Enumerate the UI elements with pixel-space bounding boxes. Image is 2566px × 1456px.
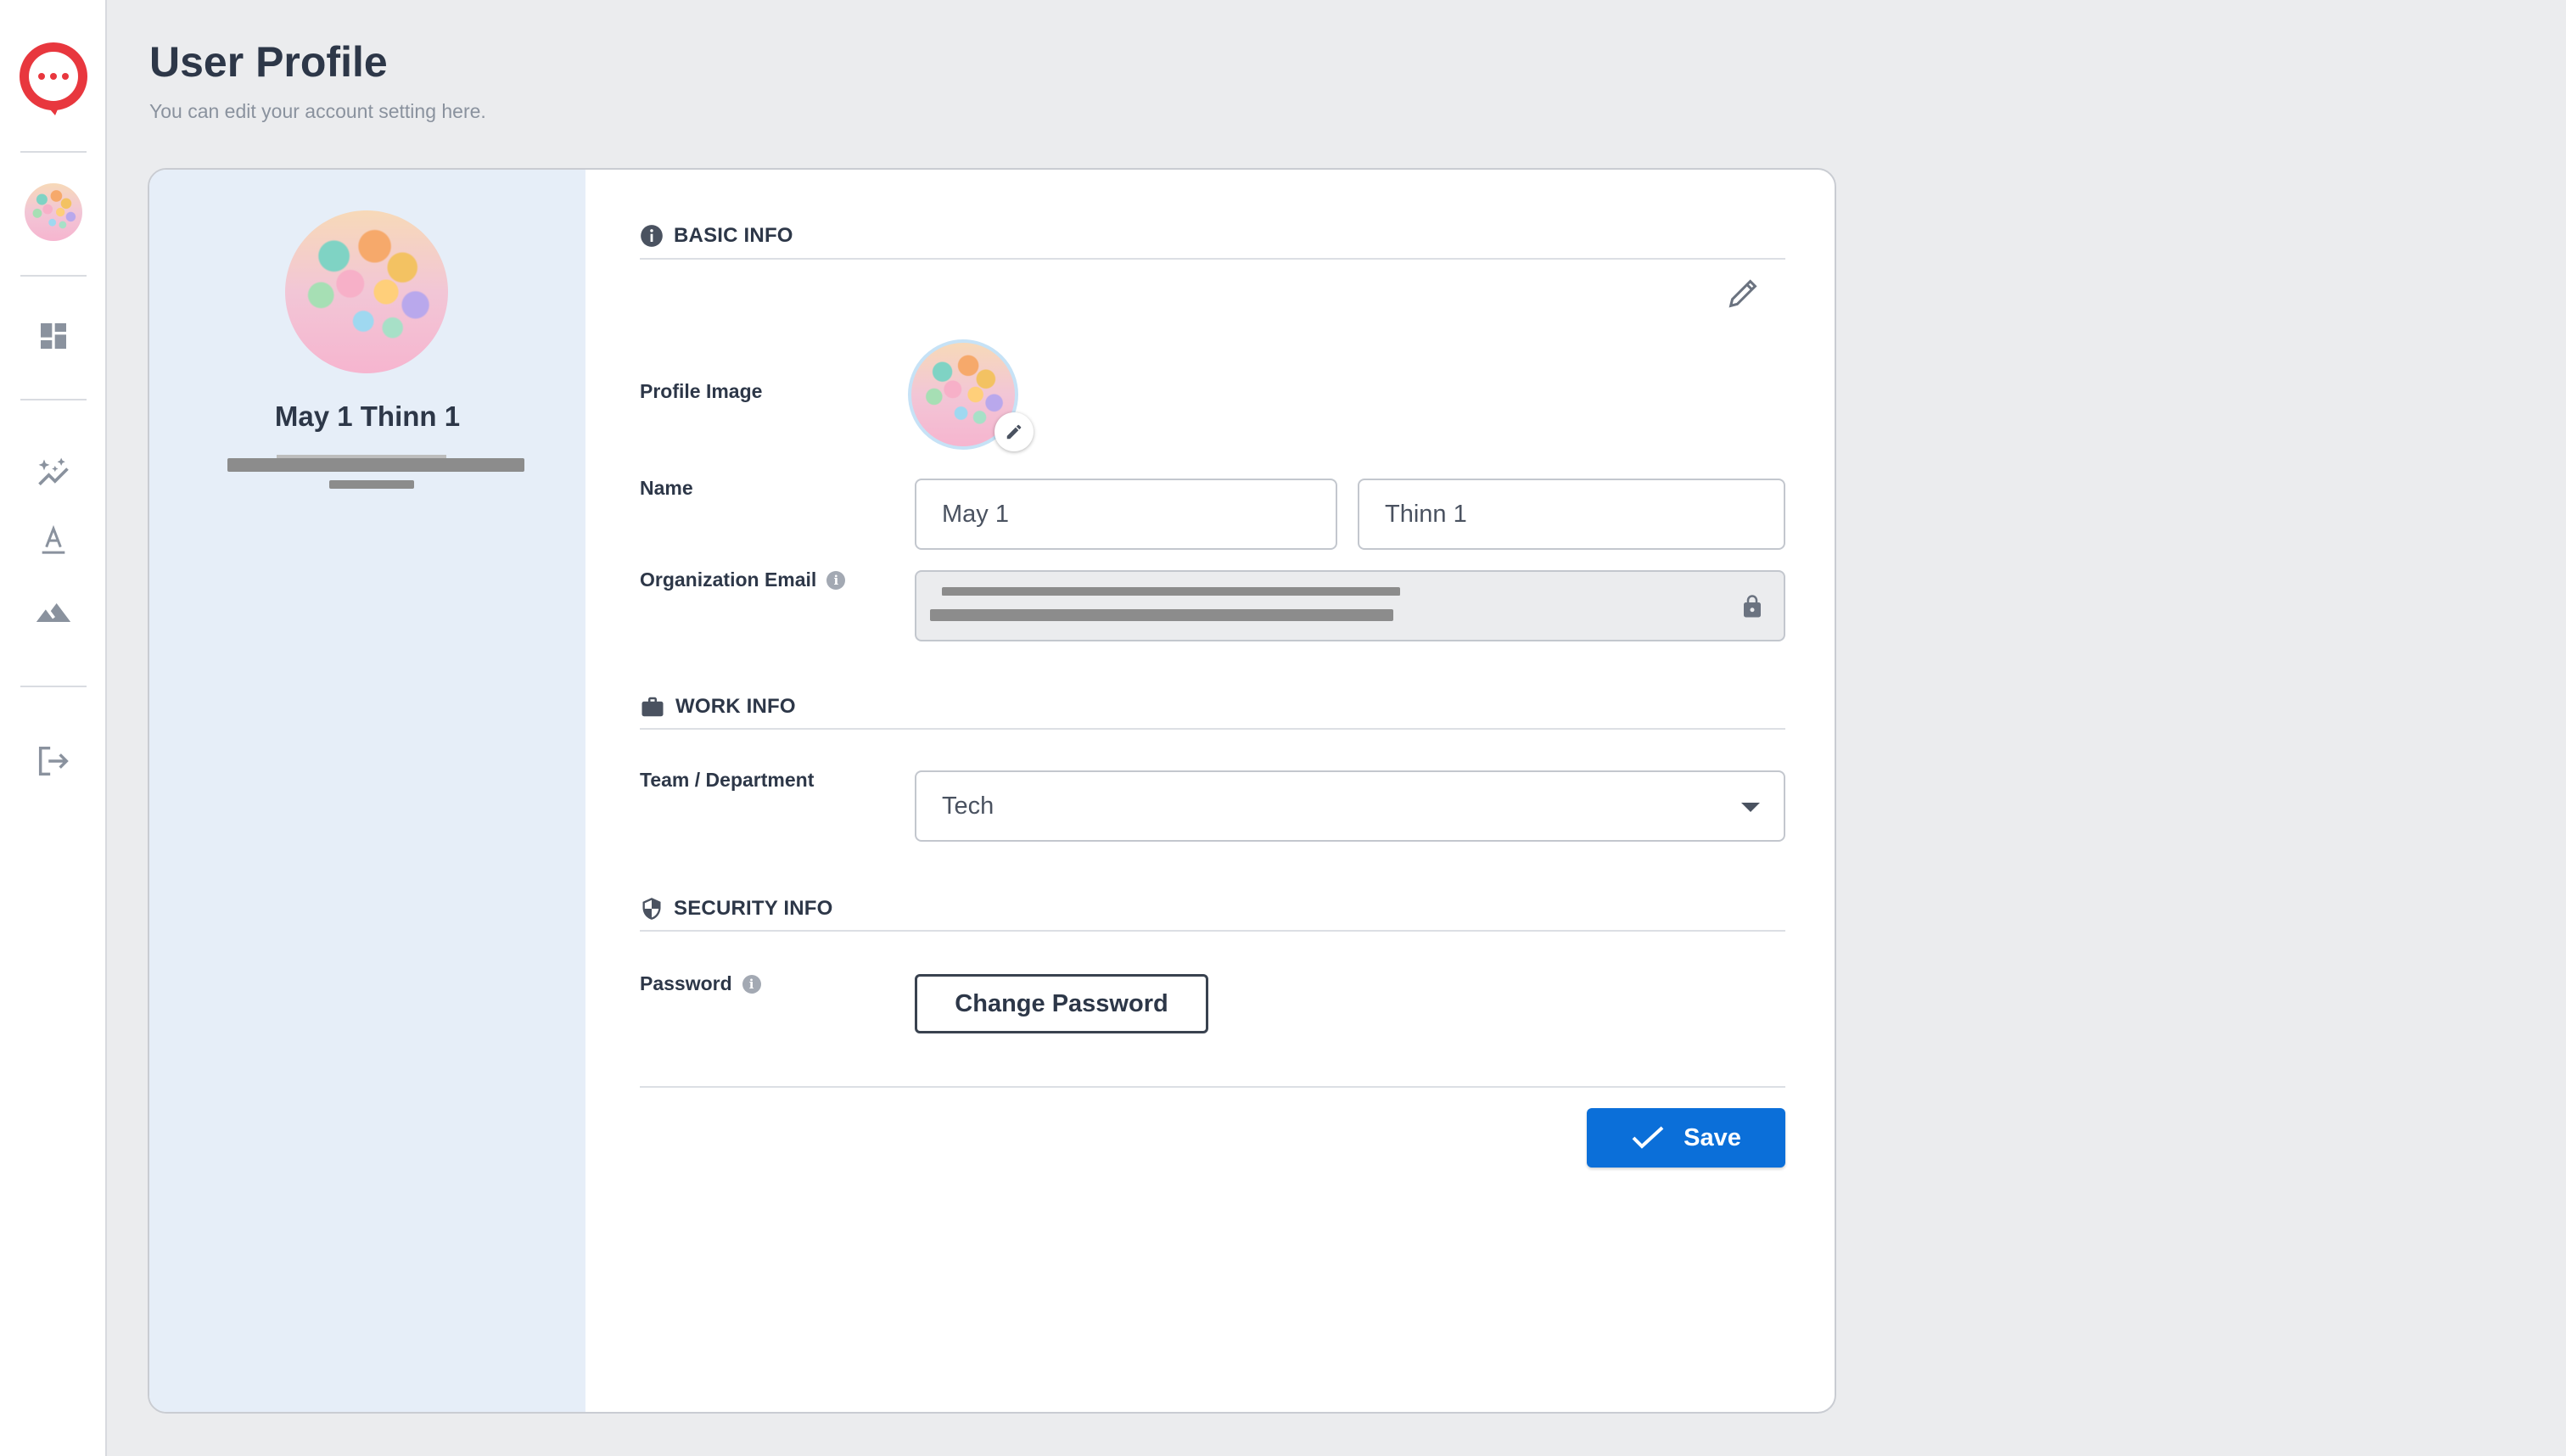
label-text: Password xyxy=(640,972,732,994)
profile-card: May 1 Thinn 1 BASIC INFO Profile Image N… xyxy=(148,168,1836,1414)
sidebar-item-logout[interactable] xyxy=(0,742,107,781)
sidebar-item-dashboard[interactable] xyxy=(0,319,107,353)
save-button-label: Save xyxy=(1684,1123,1741,1151)
team-label: Team / Department xyxy=(640,769,814,792)
label-text: Organization Email xyxy=(640,568,817,591)
work-info-heading: WORK INFO xyxy=(640,694,796,720)
sidebar-divider xyxy=(20,151,87,153)
name-label: Name xyxy=(640,477,693,500)
email-field xyxy=(915,570,1785,641)
last-name-input[interactable]: Thinn 1 xyxy=(1358,479,1785,550)
briefcase-icon xyxy=(642,697,664,717)
sidebar-item-media[interactable] xyxy=(0,594,107,631)
section-divider xyxy=(640,258,1785,260)
info-icon[interactable]: i xyxy=(742,974,761,994)
avatar xyxy=(25,183,82,241)
profile-avatar xyxy=(285,210,448,373)
icon-sidebar xyxy=(0,0,107,1456)
profile-image-label: Profile Image xyxy=(640,380,762,403)
logout-icon xyxy=(38,746,69,776)
sparkle-chart-icon xyxy=(38,457,69,486)
section-title: BASIC INFO xyxy=(674,224,793,247)
email-label: Organization Email i xyxy=(640,568,846,591)
basic-info-heading: BASIC INFO xyxy=(640,224,793,248)
section-divider xyxy=(640,930,1785,932)
save-button[interactable]: Save xyxy=(1587,1108,1785,1168)
info-icon xyxy=(641,225,663,247)
text-format-icon xyxy=(42,524,65,554)
profile-name: May 1 Thinn 1 xyxy=(274,400,461,432)
label-text: Name xyxy=(640,477,693,499)
sidebar-divider xyxy=(20,686,87,687)
shield-icon xyxy=(642,898,661,920)
label-text: Profile Image xyxy=(640,380,763,402)
sidebar-divider xyxy=(20,399,87,400)
section-title: WORK INFO xyxy=(675,695,796,718)
chat-logo-icon xyxy=(20,42,87,115)
pencil-icon xyxy=(1728,279,1757,308)
edit-avatar-button[interactable] xyxy=(994,412,1034,451)
pencil-icon xyxy=(1006,424,1022,440)
sidebar-item-home[interactable] xyxy=(0,42,107,115)
info-icon[interactable]: i xyxy=(826,570,846,590)
page-subtitle: You can edit your account setting here. xyxy=(149,100,486,122)
sidebar-item-text[interactable] xyxy=(0,524,107,558)
label-text: Team / Department xyxy=(640,769,815,791)
dashboard-icon xyxy=(41,323,66,349)
first-name-input[interactable]: May 1 xyxy=(915,479,1337,550)
profile-summary-panel: May 1 Thinn 1 xyxy=(149,170,585,1412)
form-footer-divider xyxy=(640,1086,1785,1088)
lock-icon xyxy=(1744,595,1761,618)
check-icon xyxy=(1632,1126,1664,1149)
edit-basic-info-button[interactable] xyxy=(1724,273,1763,316)
chevron-down-icon xyxy=(1741,803,1760,812)
sidebar-item-profile[interactable] xyxy=(0,183,107,241)
section-title: SECURITY INFO xyxy=(674,897,833,920)
landscape-icon xyxy=(36,603,71,622)
security-info-heading: SECURITY INFO xyxy=(640,896,833,921)
section-divider xyxy=(640,728,1785,730)
password-label: Password i xyxy=(640,972,761,995)
team-select[interactable]: Tech xyxy=(915,770,1785,842)
sidebar-divider xyxy=(20,275,87,277)
page-title: User Profile xyxy=(149,38,388,86)
change-password-button[interactable]: Change Password xyxy=(915,974,1208,1033)
team-select-value: Tech xyxy=(942,792,994,820)
sidebar-item-insights[interactable] xyxy=(0,455,107,492)
